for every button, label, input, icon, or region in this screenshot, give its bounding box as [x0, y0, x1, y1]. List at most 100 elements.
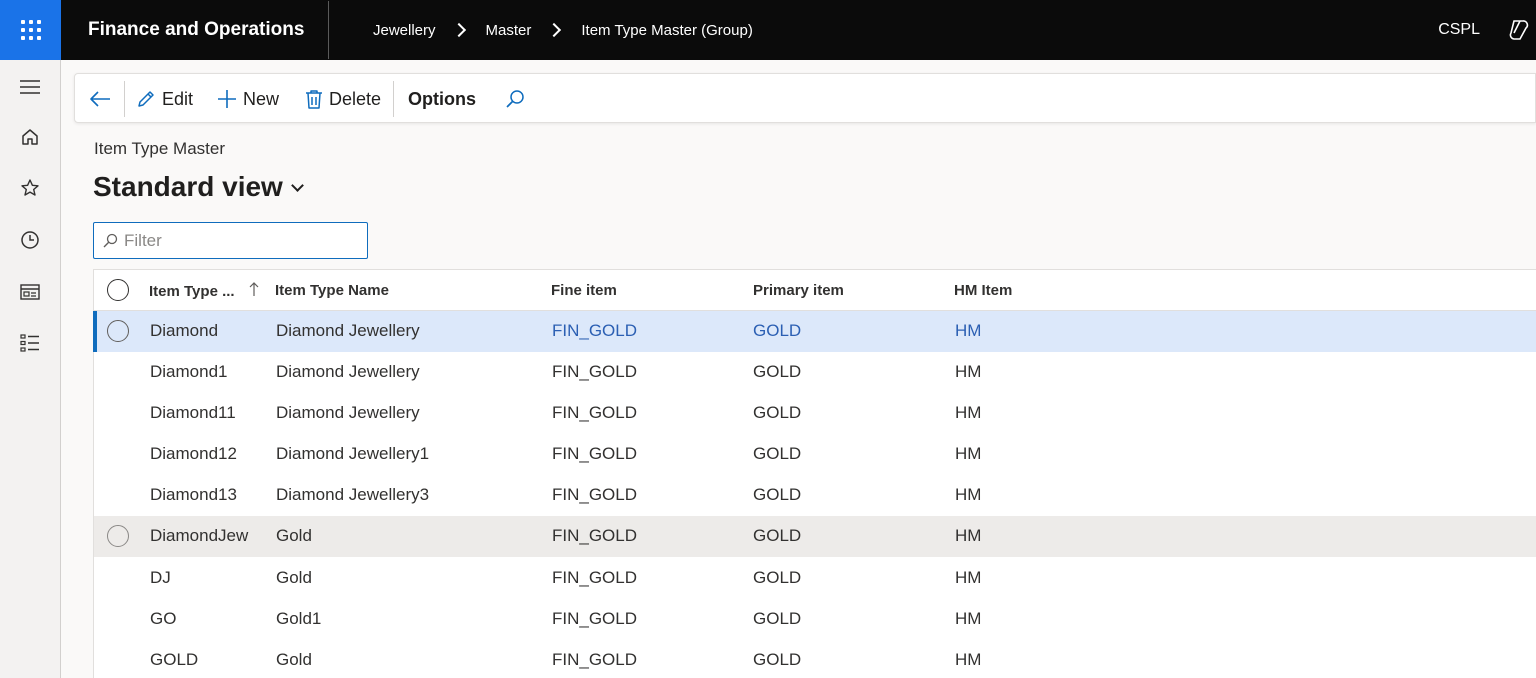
cell-fine-item[interactable]: FIN_GOLD [552, 568, 637, 588]
cell-item-type-name[interactable]: Diamond Jewellery3 [276, 485, 429, 505]
cell-primary-item[interactable]: GOLD [753, 444, 801, 464]
cell-hm-item[interactable]: HM [955, 609, 981, 629]
column-header-item-type[interactable]: Item Type ... [149, 282, 259, 300]
app-launcher-button[interactable] [0, 0, 61, 60]
cell-fine-item[interactable]: FIN_GOLD [552, 403, 637, 423]
cell-item-type[interactable]: DiamondJew [150, 526, 248, 546]
delete-button[interactable]: Delete [305, 74, 381, 124]
cell-item-type-name[interactable]: Diamond Jewellery [276, 321, 420, 341]
filter-box[interactable] [93, 222, 368, 259]
cell-fine-item[interactable]: FIN_GOLD [552, 362, 637, 382]
cell-primary-item[interactable]: GOLD [753, 568, 801, 588]
cell-fine-item[interactable]: FIN_GOLD [552, 526, 637, 546]
cell-hm-item[interactable]: HM [955, 444, 981, 464]
table-row[interactable]: Diamond Diamond Jewellery FIN_GOLD GOLD … [93, 311, 1536, 352]
back-button[interactable] [89, 74, 111, 124]
cell-hm-item[interactable]: HM [955, 485, 981, 505]
waffle-icon [20, 20, 41, 40]
column-header-item-type-name[interactable]: Item Type Name [275, 282, 389, 299]
filter-input[interactable] [124, 230, 354, 251]
cell-hm-item[interactable]: HM [955, 526, 981, 546]
breadcrumb-jewellery[interactable]: Jewellery [373, 22, 436, 39]
column-header-fine-item[interactable]: Fine item [551, 282, 617, 299]
cell-fine-item[interactable]: FIN_GOLD [552, 444, 637, 464]
row-select-radio[interactable] [107, 320, 129, 342]
view-title: Standard view [93, 171, 283, 202]
edit-button[interactable]: Edit [136, 74, 193, 124]
cell-item-type-name[interactable]: Diamond Jewellery1 [276, 444, 429, 464]
cell-primary-item[interactable]: GOLD [753, 403, 801, 423]
app-title[interactable]: Finance and Operations [61, 19, 328, 41]
cell-fine-item[interactable]: FIN_GOLD [552, 321, 637, 341]
cell-primary-item[interactable]: GOLD [753, 526, 801, 546]
star-icon[interactable] [18, 176, 42, 200]
select-all-checkbox[interactable] [107, 279, 129, 301]
list-icon[interactable] [18, 331, 42, 355]
plus-icon [218, 90, 236, 108]
options-tab[interactable]: Options [408, 74, 476, 124]
cell-hm-item[interactable]: HM [955, 362, 981, 382]
cell-primary-item[interactable]: GOLD [753, 362, 801, 382]
cell-item-type[interactable]: Diamond12 [150, 444, 237, 464]
hamburger-icon[interactable] [18, 75, 42, 99]
table-row[interactable]: GO Gold1 FIN_GOLD GOLD HM [94, 599, 1536, 640]
cell-item-type[interactable]: GO [150, 609, 176, 629]
cell-primary-item[interactable]: GOLD [753, 485, 801, 505]
cell-fine-item[interactable]: FIN_GOLD [552, 485, 637, 505]
cell-item-type[interactable]: Diamond11 [150, 403, 236, 423]
table-row[interactable]: GOLD Gold FIN_GOLD GOLD HM [94, 640, 1536, 678]
cell-fine-item[interactable]: FIN_GOLD [552, 650, 637, 670]
page-caption: Item Type Master [94, 139, 226, 158]
chevron-down-icon [290, 178, 304, 192]
cell-item-type-name[interactable]: Gold [276, 526, 312, 546]
cell-item-type-name[interactable]: Gold1 [276, 609, 321, 629]
breadcrumb-item-type-master[interactable]: Item Type Master (Group) [581, 22, 752, 39]
search-icon [506, 90, 524, 108]
sort-ascending-icon [249, 282, 259, 296]
chevron-right-icon [451, 22, 466, 38]
breadcrumb-master[interactable]: Master [486, 22, 532, 39]
cell-fine-item[interactable]: FIN_GOLD [552, 609, 637, 629]
cell-item-type-name[interactable]: Gold [276, 650, 312, 670]
new-label: New [243, 88, 280, 109]
table-row[interactable]: DiamondJew Gold FIN_GOLD GOLD HM [94, 516, 1536, 557]
title-divider [328, 1, 329, 59]
column-header-hm-item[interactable]: HM Item [954, 282, 1012, 299]
column-header-primary-item[interactable]: Primary item [753, 282, 844, 299]
clock-icon[interactable] [18, 228, 42, 252]
table-row[interactable]: Diamond12 Diamond Jewellery1 FIN_GOLD GO… [94, 434, 1536, 475]
left-navigation [0, 60, 61, 678]
action-divider [124, 81, 125, 117]
new-button[interactable]: New [217, 74, 279, 124]
action-divider [393, 81, 394, 117]
cell-hm-item[interactable]: HM [955, 650, 981, 670]
table-row[interactable]: Diamond1 Diamond Jewellery FIN_GOLD GOLD… [94, 352, 1536, 393]
cell-item-type[interactable]: Diamond1 [150, 362, 228, 382]
cell-item-type-name[interactable]: Gold [276, 568, 312, 588]
cell-item-type[interactable]: GOLD [150, 650, 198, 670]
home-icon[interactable] [18, 125, 42, 149]
table-row[interactable]: DJ Gold FIN_GOLD GOLD HM [94, 558, 1536, 599]
cell-primary-item[interactable]: GOLD [753, 321, 801, 341]
workspace-icon[interactable] [18, 280, 42, 304]
table-row[interactable]: Diamond13 Diamond Jewellery3 FIN_GOLD GO… [94, 475, 1536, 516]
copilot-icon[interactable] [1508, 18, 1532, 42]
arrow-left-icon [90, 91, 110, 107]
cell-primary-item[interactable]: GOLD [753, 650, 801, 670]
cell-hm-item[interactable]: HM [955, 568, 981, 588]
search-button[interactable] [505, 74, 525, 124]
item-type-grid: Item Type ... Item Type Name Fine item P… [93, 269, 1536, 678]
cell-item-type-name[interactable]: Diamond Jewellery [276, 403, 420, 423]
cell-item-type-name[interactable]: Diamond Jewellery [276, 362, 420, 382]
cell-primary-item[interactable]: GOLD [753, 609, 801, 629]
table-row[interactable]: Diamond11 Diamond Jewellery FIN_GOLD GOL… [94, 393, 1536, 434]
company-picker[interactable]: CSPL [1438, 21, 1480, 39]
view-selector[interactable]: Standard view [93, 171, 304, 203]
cell-item-type[interactable]: Diamond13 [150, 485, 237, 505]
row-select-radio[interactable] [107, 525, 129, 547]
cell-item-type[interactable]: DJ [150, 568, 171, 588]
trash-icon [306, 89, 322, 109]
cell-item-type[interactable]: Diamond [150, 321, 218, 341]
cell-hm-item[interactable]: HM [955, 403, 981, 423]
cell-hm-item[interactable]: HM [955, 321, 981, 341]
